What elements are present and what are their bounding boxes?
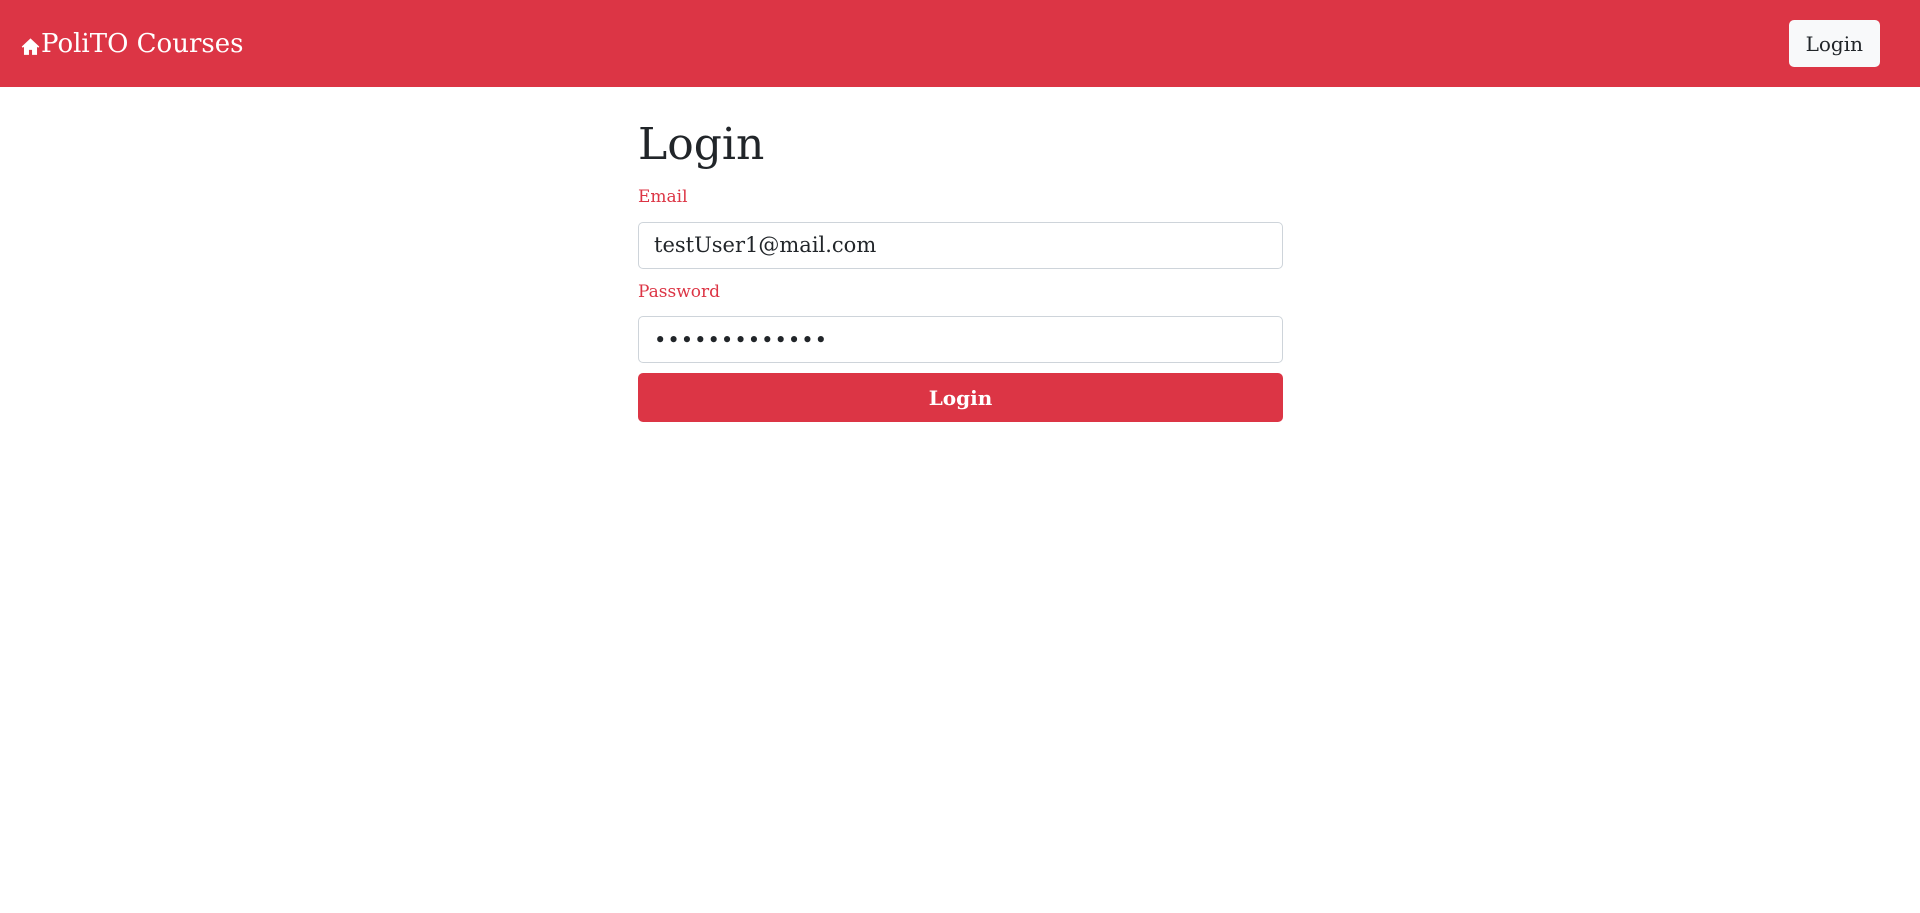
page-title: Login (638, 119, 765, 170)
email-label: Email (638, 187, 688, 208)
login-submit-button[interactable]: Login (638, 373, 1283, 423)
login-form-container: Login Email Password Login (638, 87, 1283, 423)
brand-link[interactable]: PoliTO Courses (21, 29, 243, 59)
login-form: Email Password Login (638, 187, 1283, 423)
brand-text: PoliTO Courses (41, 28, 244, 59)
top-navbar: PoliTO Courses Login (0, 0, 1920, 87)
password-field[interactable] (638, 316, 1283, 364)
password-label: Password (638, 281, 721, 302)
email-field[interactable] (638, 221, 1283, 269)
navbar-login-button[interactable]: Login (1788, 20, 1880, 67)
house-icon (21, 37, 40, 56)
